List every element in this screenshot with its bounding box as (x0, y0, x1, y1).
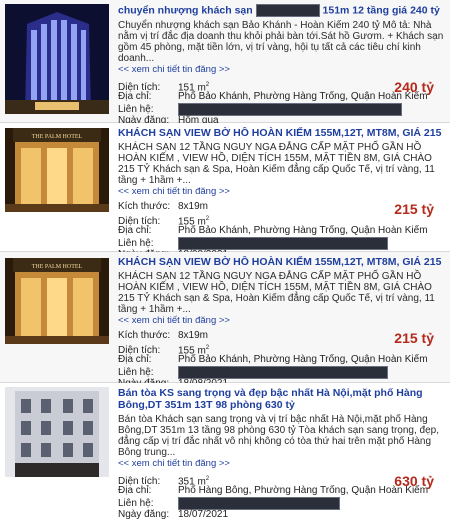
listing-price: 215 tỷ (394, 201, 434, 217)
view-details-link[interactable]: << xem chi tiết tin đăng >> (118, 64, 444, 75)
listing-title[interactable]: KHÁCH SẠN VIEW BỜ HỒ HOÀN KIẾM 155M,12T,… (118, 127, 444, 139)
contact-row: Liên hệ: (118, 237, 444, 250)
hotel-sign: THE PALM HOTEL (32, 264, 83, 270)
view-details-link[interactable]: << xem chi tiết tin đăng >> (118, 186, 444, 197)
listing-description: KHÁCH SẠN 12 TẦNG NGUY NGA ĐẲNG CẤP MẶT … (118, 271, 435, 315)
view-details-link[interactable]: << xem chi tiết tin đăng >> (118, 458, 444, 469)
listing-thumbnail[interactable] (5, 4, 109, 114)
listing-thumbnail[interactable] (5, 387, 109, 477)
redacted-block (255, 4, 320, 17)
listing-price: 630 tỷ (394, 473, 434, 489)
listing-price: 240 tỷ (394, 79, 434, 95)
contact-row: Liên hệ: (118, 366, 444, 379)
listing-price: 215 tỷ (394, 330, 434, 346)
listing-item[interactable]: chuyển nhượng khách sạn 151m 12 tầng giá… (0, 0, 450, 126)
listing-title[interactable]: KHÁCH SẠN VIEW BỜ HỒ HOÀN KIẾM 155M,12T,… (118, 256, 444, 268)
listing-thumbnail[interactable]: THE PALM HOTEL (5, 128, 109, 212)
view-details-link[interactable]: << xem chi tiết tin đăng >> (118, 315, 444, 326)
contact-row: Liên hệ: (118, 103, 444, 116)
listing-item[interactable]: THE PALM HOTEL KHÁCH SẠN VIEW BỜ HỒ HOÀN… (0, 123, 450, 260)
listing-description: KHÁCH SẠN 12 TẦNG NGUY NGA ĐẲNG CẤP MẶT … (118, 142, 435, 186)
listing-item[interactable]: THE PALM HOTEL KHÁCH SẠN VIEW BỜ HỒ HOÀN… (0, 252, 450, 389)
listing-list: chuyển nhượng khách sạn 151m 12 tầng giá… (0, 0, 454, 520)
listing-title[interactable]: Bán tòa KS sang trọng và đẹp bậc nhất Hà… (118, 387, 444, 411)
listing-description: Bán tòa Khách sạn sang trọng và vị trí b… (118, 414, 439, 458)
address-row: Địa chỉ: Phố Bảo Khánh, Phường Hàng Trống… (118, 225, 428, 236)
date-row: Ngày đăng: 18/07/2021 (118, 509, 229, 520)
listing-item[interactable]: Bán tòa KS sang trọng và đẹp bậc nhất Hà… (0, 383, 450, 520)
hotel-sign: THE PALM HOTEL (32, 134, 83, 140)
listing-title[interactable]: chuyển nhượng khách sạn 151m 12 tầng giá… (118, 4, 444, 17)
contact-row: Liên hệ: (118, 497, 444, 510)
address-row: Địa chỉ: Phố Bảo Khánh, Phường Hàng Trống… (118, 354, 428, 365)
listing-description: Chuyển nhượng khách sạn Bảo Khánh - Hoàn… (118, 20, 444, 64)
listing-thumbnail[interactable]: THE PALM HOTEL (5, 258, 109, 344)
